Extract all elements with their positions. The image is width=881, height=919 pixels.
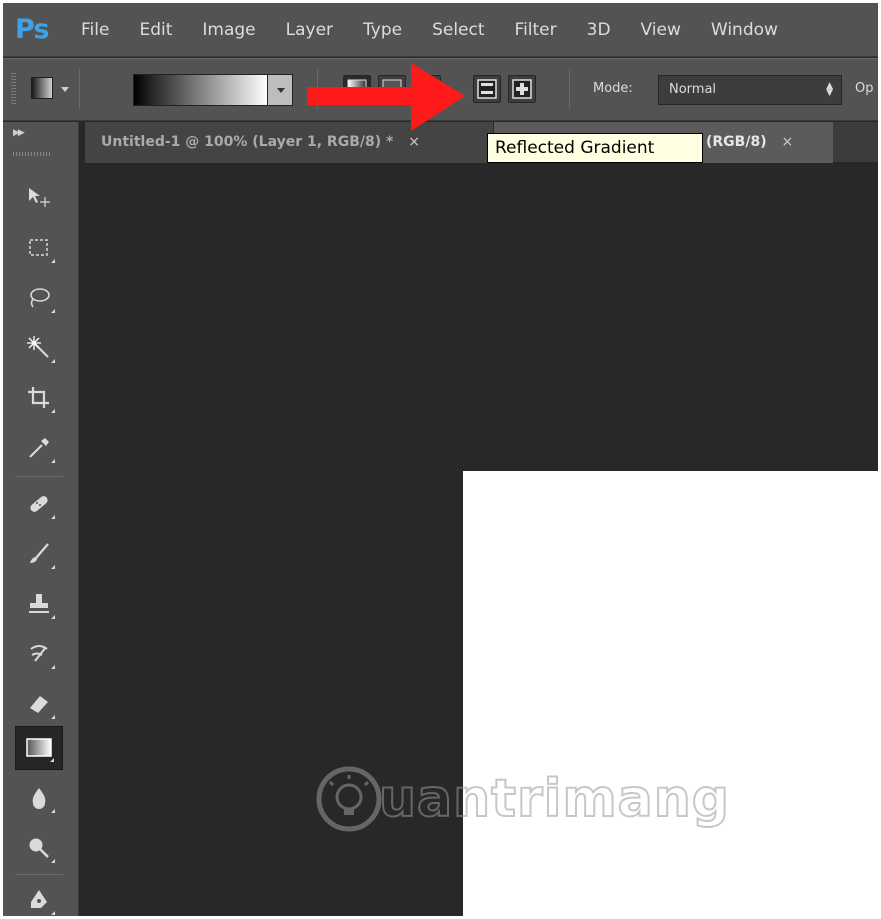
magic-wand-tool[interactable] <box>15 326 63 370</box>
brush-tool-icon <box>30 543 49 563</box>
eyedropper-tool-icon <box>29 438 49 458</box>
tool-flyout-indicator <box>51 309 55 313</box>
tool-flyout-indicator <box>51 615 55 619</box>
gradient-dropdown-button[interactable] <box>267 75 292 105</box>
tooltip: Reflected Gradient <box>487 133 703 163</box>
select-arrows-icon: ▲ ▼ <box>826 81 833 98</box>
move-tool[interactable] <box>15 176 63 220</box>
blur-tool[interactable] <box>15 776 63 820</box>
marquee-tool-icon <box>29 239 48 256</box>
tool-preset-picker[interactable] <box>31 77 53 99</box>
menu-bar: Ps File Edit Image Layer Type Select Fil… <box>3 3 878 57</box>
crop-tool[interactable] <box>15 376 63 420</box>
eyedropper-tool[interactable] <box>15 426 63 470</box>
document-tab-label: (RGB/8) <box>706 134 767 150</box>
tool-flyout-indicator <box>51 859 55 863</box>
dodge-tool[interactable] <box>15 826 63 870</box>
pen-tool-icon <box>31 890 47 908</box>
panel-collapse-icon[interactable]: ▶▶ <box>13 128 25 138</box>
gradient-tool-icon <box>26 738 52 757</box>
menu-select[interactable]: Select <box>432 20 484 40</box>
menu-window[interactable]: Window <box>711 20 778 40</box>
healing-brush-tool[interactable] <box>15 482 63 526</box>
options-separator <box>79 69 80 109</box>
chevron-down-icon <box>277 88 285 93</box>
mode-select[interactable]: Normal ▲ ▼ <box>658 75 842 105</box>
tool-flyout-indicator <box>51 359 55 363</box>
annotation-arrow-icon <box>307 63 465 131</box>
menu-view[interactable]: View <box>641 20 681 40</box>
tool-preset-dropdown-icon[interactable] <box>61 87 69 92</box>
document-tab-bar: Untitled-1 @ 100% (Layer 1, RGB/8) * × (… <box>85 122 878 163</box>
pen-tool[interactable] <box>15 878 63 916</box>
menu-file[interactable]: File <box>81 20 109 40</box>
close-icon[interactable]: × <box>781 134 793 150</box>
reflected-gradient-icon <box>477 79 497 99</box>
diamond-gradient-button[interactable] <box>508 75 536 103</box>
menu-3d[interactable]: 3D <box>587 20 611 40</box>
watermark: uantrimang <box>313 763 730 835</box>
crop-tool-icon <box>28 387 49 408</box>
history-brush-tool[interactable] <box>15 632 63 676</box>
menu-image[interactable]: Image <box>202 20 255 40</box>
menu-layer[interactable]: Layer <box>286 20 333 40</box>
dodge-tool-icon <box>29 838 49 858</box>
tools-panel: ▶▶ <box>3 122 79 916</box>
photoshop-window: Ps File Edit Image Layer Type Select Fil… <box>3 3 878 916</box>
tools-separator <box>15 874 63 875</box>
tool-flyout-indicator <box>51 665 55 669</box>
diamond-gradient-icon <box>512 79 532 99</box>
tool-flyout-indicator <box>51 459 55 463</box>
gradient-tool[interactable] <box>15 726 63 770</box>
tool-flyout-indicator <box>51 409 55 413</box>
brush-tool[interactable] <box>15 532 63 576</box>
tool-flyout-indicator <box>51 809 55 813</box>
marquee-tool[interactable] <box>15 226 63 270</box>
gradient-picker[interactable] <box>133 74 293 106</box>
watermark-text: uantrimang <box>378 768 730 830</box>
menu-filter[interactable]: Filter <box>515 20 557 40</box>
tools-separator <box>15 476 63 477</box>
tool-flyout-indicator <box>51 259 55 263</box>
reflected-gradient-button[interactable] <box>473 75 501 103</box>
options-bar-grip[interactable] <box>11 73 16 105</box>
tool-flyout-indicator <box>50 758 54 762</box>
gradient-preview[interactable] <box>134 75 267 105</box>
mode-label: Mode: <box>593 81 633 96</box>
eraser-tool-icon <box>30 696 48 713</box>
tool-flyout-indicator <box>51 515 55 519</box>
history-brush-tool-icon <box>30 645 48 662</box>
clone-stamp-tool[interactable] <box>15 582 63 626</box>
opacity-label: Op <box>855 81 874 96</box>
mode-select-value: Normal <box>669 82 717 97</box>
blur-tool-icon <box>32 788 46 809</box>
options-separator <box>569 69 570 109</box>
tool-flyout-indicator <box>51 911 55 915</box>
magic-wand-tool-icon <box>27 336 49 358</box>
menu-edit[interactable]: Edit <box>139 20 172 40</box>
document-canvas[interactable] <box>463 471 878 916</box>
move-tool-icon <box>29 188 50 207</box>
lasso-tool-icon <box>30 288 50 308</box>
tools-panel-grip[interactable] <box>13 152 51 156</box>
healing-brush-tool-icon <box>30 496 48 512</box>
tool-flyout-indicator <box>51 715 55 719</box>
clone-stamp-tool-icon <box>29 594 49 613</box>
photoshop-logo: Ps <box>15 14 49 45</box>
lasso-tool[interactable] <box>15 276 63 320</box>
menu-type[interactable]: Type <box>363 20 402 40</box>
eraser-tool[interactable] <box>15 682 63 726</box>
tool-flyout-indicator <box>51 565 55 569</box>
watermark-logo-icon <box>316 766 382 832</box>
